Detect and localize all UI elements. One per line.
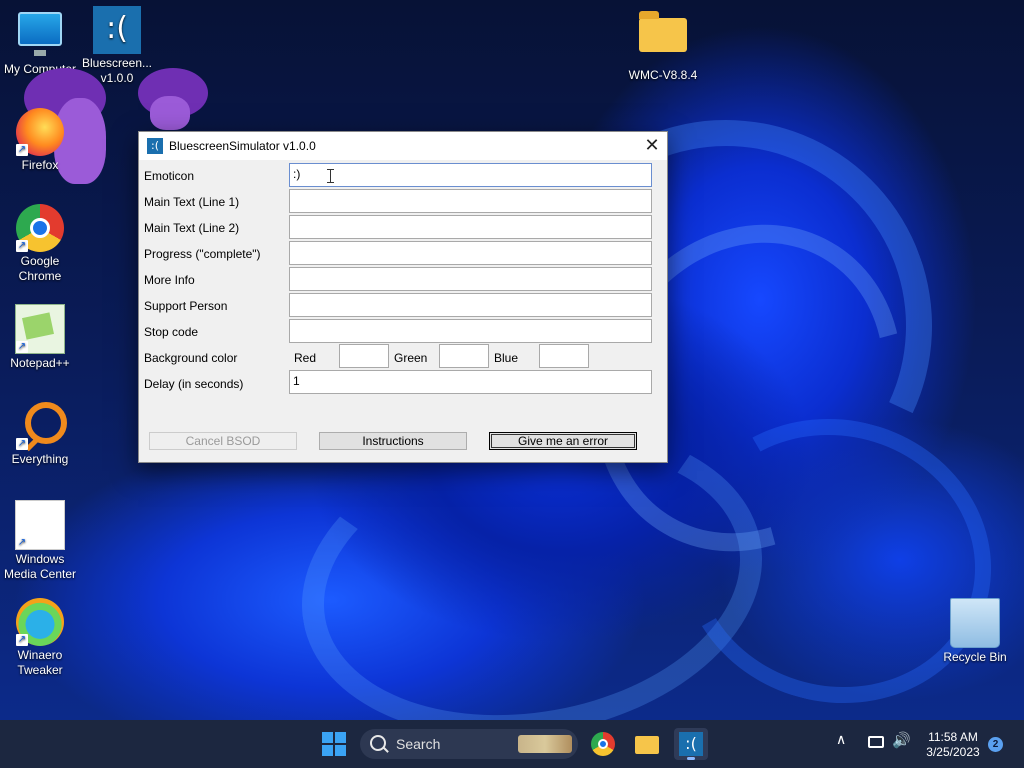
more-info-label: More Info [144, 273, 195, 287]
show-hidden-icons-chevron-icon[interactable]: ∧ [836, 732, 846, 748]
red-input[interactable] [339, 344, 389, 368]
network-icon[interactable] [868, 736, 884, 748]
background-color-label: Background color [144, 351, 238, 365]
windows-logo-icon [335, 732, 346, 743]
clock-date: 3/25/2023 [926, 745, 980, 759]
shortcut-arrow-icon: ↗ [16, 634, 28, 646]
notification-badge[interactable]: 2 [988, 737, 1003, 752]
emoticon-input[interactable]: :) [289, 163, 652, 187]
stop-code-input[interactable] [289, 319, 652, 343]
recycle-bin-icon [950, 598, 1000, 648]
magnifier-icon: ↗ [16, 402, 67, 450]
folder-icon [635, 736, 659, 754]
taskbar-chrome-button[interactable] [586, 728, 620, 760]
desktop-icon-notepad-plus-plus[interactable]: ↗ Notepad++ [0, 304, 80, 371]
desktop-icon-label: Everything [11, 452, 69, 466]
desktop-icon-label: Google [20, 254, 60, 268]
active-app-indicator [687, 757, 695, 760]
search-icon [370, 735, 386, 751]
shortcut-arrow-icon: ↗ [16, 341, 28, 353]
instructions-button[interactable]: Instructions [319, 432, 467, 450]
text-cursor-icon [327, 169, 335, 183]
shortcut-arrow-icon: ↗ [16, 240, 28, 252]
windows-logo-icon [322, 745, 333, 756]
sad-face-icon: :( [93, 6, 141, 54]
start-button[interactable] [322, 732, 346, 756]
window-title: BluescreenSimulator v1.0.0 [169, 139, 316, 153]
desktop-icon-label: Recycle Bin [943, 650, 1007, 664]
support-person-label: Support Person [144, 299, 228, 313]
delay-label: Delay (in seconds) [144, 377, 244, 391]
document-icon: ↗ [15, 500, 65, 550]
search-label: Search [396, 736, 441, 752]
desktop-icon-firefox[interactable]: ↗ Firefox [0, 108, 80, 173]
progress-label: Progress ("complete") [144, 247, 261, 261]
give-me-an-error-button[interactable]: Give me an error [489, 432, 637, 450]
sad-face-icon: :( [679, 732, 703, 756]
desktop-icon-label: Chrome [18, 269, 62, 283]
desktop-icon-winaero-tweaker[interactable]: ↗ Winaero Tweaker [0, 598, 80, 678]
desktop-icon-recycle-bin[interactable]: Recycle Bin [935, 598, 1015, 665]
red-label: Red [294, 351, 317, 365]
desktop-icon-label: WMC-V8.8.4 [628, 68, 698, 82]
volume-icon[interactable]: 🔊 [892, 731, 911, 749]
more-info-input[interactable] [289, 267, 652, 291]
desktop-icon-label: Winaero [17, 648, 63, 662]
shortcut-arrow-icon: ↗ [16, 438, 28, 450]
blue-label: Blue [494, 351, 519, 365]
delay-input[interactable]: 1 [289, 370, 652, 394]
emoticon-label: Emoticon [144, 169, 195, 183]
firefox-icon: ↗ [16, 108, 64, 156]
monitor-icon [16, 12, 64, 60]
folder-icon [639, 11, 687, 66]
taskbar-clock[interactable]: 11:58 AM 3/25/2023 [916, 730, 990, 760]
stop-code-label: Stop code [144, 325, 199, 339]
progress-input[interactable] [289, 241, 652, 265]
support-person-input[interactable] [289, 293, 652, 317]
window-titlebar[interactable]: :( BluescreenSimulator v1.0.0 ✕ [139, 132, 667, 160]
green-label: Green [394, 351, 428, 365]
desktop-icon-label: Firefox [21, 158, 59, 172]
windows-logo-icon [322, 732, 333, 743]
close-button[interactable]: ✕ [637, 132, 667, 160]
app-icon: :( [147, 138, 163, 154]
desktop-icon-windows-media-center[interactable]: ↗ Windows Media Center [0, 500, 80, 582]
shortcut-arrow-icon: ↗ [16, 537, 28, 549]
search-highlight-image [518, 735, 572, 753]
green-input[interactable] [439, 344, 489, 368]
chrome-icon [591, 732, 615, 756]
desktop-icon-wmc-folder[interactable]: WMC-V8.8.4 [623, 8, 703, 83]
shortcut-arrow-icon: ↗ [16, 144, 28, 156]
taskbar-file-explorer-button[interactable] [630, 728, 664, 760]
desktop-icon-label: Windows [15, 552, 65, 566]
cancel-bsod-button[interactable]: Cancel BSOD [149, 432, 297, 450]
desktop-icon-label: Tweaker [17, 663, 63, 677]
windows-logo-icon [335, 745, 346, 756]
desktop-icon-label: Notepad++ [10, 356, 70, 370]
taskbar-search-box[interactable]: Search [360, 729, 578, 759]
winaero-icon: ↗ [16, 598, 64, 646]
main-text-line2-label: Main Text (Line 2) [144, 221, 240, 235]
main-text-line1-input[interactable] [289, 189, 652, 213]
bluescreen-simulator-window: :( BluescreenSimulator v1.0.0 ✕ Emoticon… [138, 131, 668, 463]
desktop-icon-everything[interactable]: ↗ Everything [0, 402, 80, 467]
desktop-icon-my-computer[interactable]: My Computer [0, 8, 80, 77]
main-text-line1-label: Main Text (Line 1) [144, 195, 240, 209]
main-text-line2-input[interactable] [289, 215, 652, 239]
notepad-plus-plus-icon: ↗ [15, 304, 65, 354]
blue-input[interactable] [539, 344, 589, 368]
desktop-icon-label: Media Center [3, 567, 77, 581]
desktop-icon-google-chrome[interactable]: ↗ Google Chrome [0, 204, 80, 284]
clock-time: 11:58 AM [928, 730, 978, 744]
taskbar-bluescreen-simulator-button[interactable]: :( [674, 728, 708, 760]
chrome-icon: ↗ [16, 204, 64, 252]
